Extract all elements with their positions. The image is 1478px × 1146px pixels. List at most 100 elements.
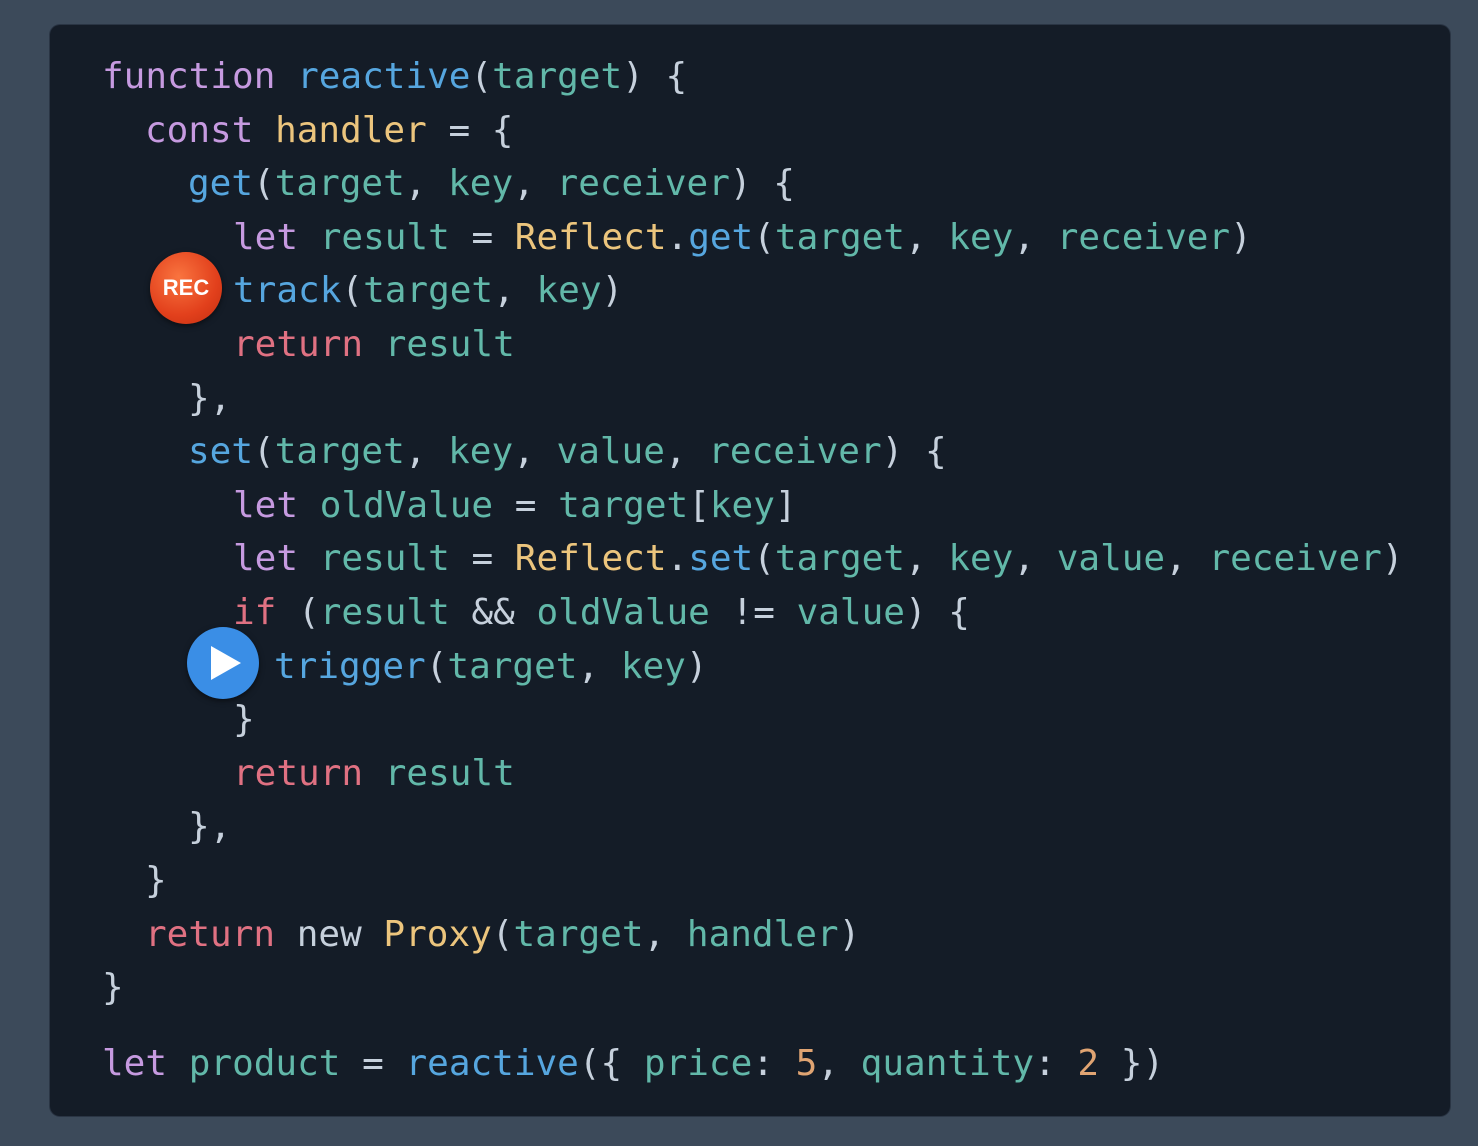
code-token: && bbox=[449, 591, 537, 633]
code-token: ) bbox=[1230, 216, 1252, 258]
code-token: ) bbox=[685, 645, 708, 687]
code-token: ( bbox=[276, 591, 320, 633]
code-token: , bbox=[493, 270, 537, 312]
code-token: return bbox=[233, 752, 364, 794]
code-token: } bbox=[145, 859, 167, 901]
code-token: let bbox=[233, 216, 299, 258]
code-line: const handler = { bbox=[102, 104, 1404, 158]
code-token: : bbox=[752, 1042, 796, 1084]
code-line: track(target, key) bbox=[102, 264, 1404, 318]
code-token: return bbox=[233, 323, 364, 365]
code-line: return result bbox=[102, 318, 1404, 372]
code-token: . bbox=[666, 538, 689, 580]
code-token: ] bbox=[774, 484, 797, 526]
code-token: , bbox=[643, 913, 687, 955]
code-token: , bbox=[904, 538, 949, 580]
code-token: const bbox=[145, 109, 254, 151]
code-token: Proxy bbox=[383, 913, 492, 955]
code-token: let bbox=[233, 484, 299, 526]
code-token: trigger bbox=[274, 645, 426, 687]
play-button[interactable] bbox=[187, 627, 259, 699]
code-token: } bbox=[102, 967, 124, 1009]
code-token: target bbox=[274, 431, 405, 473]
code-token: } bbox=[233, 699, 255, 741]
code-token: ( bbox=[491, 913, 514, 955]
code-token: }) bbox=[1099, 1042, 1165, 1084]
code-token: oldValue bbox=[536, 591, 710, 633]
code-token: receiver bbox=[1208, 538, 1382, 580]
code-line: get(target, key, receiver) { bbox=[102, 157, 1404, 211]
code-token: != bbox=[709, 591, 797, 633]
code-token: set bbox=[188, 431, 254, 473]
code-token: = bbox=[493, 484, 559, 526]
code-token: }, bbox=[188, 806, 232, 848]
code-token: ({ bbox=[578, 1042, 644, 1084]
code-token: target bbox=[492, 56, 623, 97]
code-token: reactive bbox=[297, 56, 471, 97]
code-token: , bbox=[513, 431, 557, 473]
code-token: ) { bbox=[904, 591, 970, 633]
code-token: get bbox=[188, 163, 254, 205]
code-token: , bbox=[904, 216, 949, 258]
rec-badge-label: REC bbox=[162, 275, 210, 300]
code-token: = { bbox=[426, 109, 514, 151]
code-token: result bbox=[319, 216, 450, 258]
code-token: , bbox=[1013, 538, 1057, 580]
code-token: track bbox=[233, 270, 342, 312]
code-token: if bbox=[233, 591, 277, 633]
code-token: target bbox=[558, 484, 689, 526]
code-token: ( bbox=[253, 431, 275, 473]
code-line: let oldValue = target[key] bbox=[102, 479, 1404, 533]
code-line: set(target, key, value, receiver) { bbox=[102, 425, 1404, 479]
code-token: let bbox=[102, 1042, 168, 1084]
code-token: quantity bbox=[860, 1042, 1035, 1084]
code-line: } bbox=[102, 854, 1404, 908]
code-token: result bbox=[319, 538, 450, 580]
code-token: ) { bbox=[729, 163, 795, 205]
code-token: price bbox=[643, 1042, 753, 1084]
code-token: , bbox=[513, 163, 557, 205]
code-line: let result = Reflect.set(target, key, va… bbox=[102, 532, 1404, 586]
code-line: function reactive(target) { bbox=[102, 50, 1404, 104]
code-token: 2 bbox=[1077, 1042, 1100, 1084]
code-line: } bbox=[102, 961, 1404, 1015]
play-icon bbox=[211, 646, 241, 680]
code-token: new bbox=[275, 913, 384, 955]
code-token: key bbox=[448, 431, 514, 473]
code-token: handler bbox=[686, 913, 839, 955]
code-token: 5 bbox=[795, 1042, 818, 1084]
code-token: target bbox=[363, 270, 494, 312]
code-token: ) bbox=[601, 270, 624, 312]
code-token: target bbox=[274, 163, 405, 205]
code-token: ( bbox=[753, 216, 775, 258]
code-token: ) { bbox=[881, 431, 947, 473]
code-token: result bbox=[319, 591, 450, 633]
code-line: if (result && oldValue != value) { bbox=[102, 586, 1404, 640]
code-token: ) bbox=[1381, 538, 1404, 580]
code-token: get bbox=[688, 216, 754, 258]
code-token: = bbox=[449, 216, 515, 258]
code-token: product bbox=[188, 1042, 341, 1084]
code-token: , bbox=[404, 431, 449, 473]
code-line: let result = Reflect.get(target, key, re… bbox=[102, 211, 1404, 265]
code-token: key bbox=[448, 163, 514, 205]
code-token: target bbox=[447, 645, 578, 687]
code-token: ( bbox=[753, 538, 775, 580]
code-token: value bbox=[796, 591, 905, 633]
code-token: Reflect bbox=[514, 216, 667, 258]
code-token: value bbox=[556, 431, 665, 473]
code-token: target bbox=[774, 538, 905, 580]
code-token: key bbox=[948, 216, 1014, 258]
code-token: function bbox=[102, 56, 276, 97]
rec-badge[interactable]: REC bbox=[150, 252, 222, 324]
code-token: ( bbox=[470, 56, 493, 97]
code-token: return bbox=[145, 913, 276, 955]
code-token: result bbox=[384, 752, 515, 794]
code-token: ( bbox=[341, 270, 364, 312]
code-token: receiver bbox=[708, 431, 882, 473]
